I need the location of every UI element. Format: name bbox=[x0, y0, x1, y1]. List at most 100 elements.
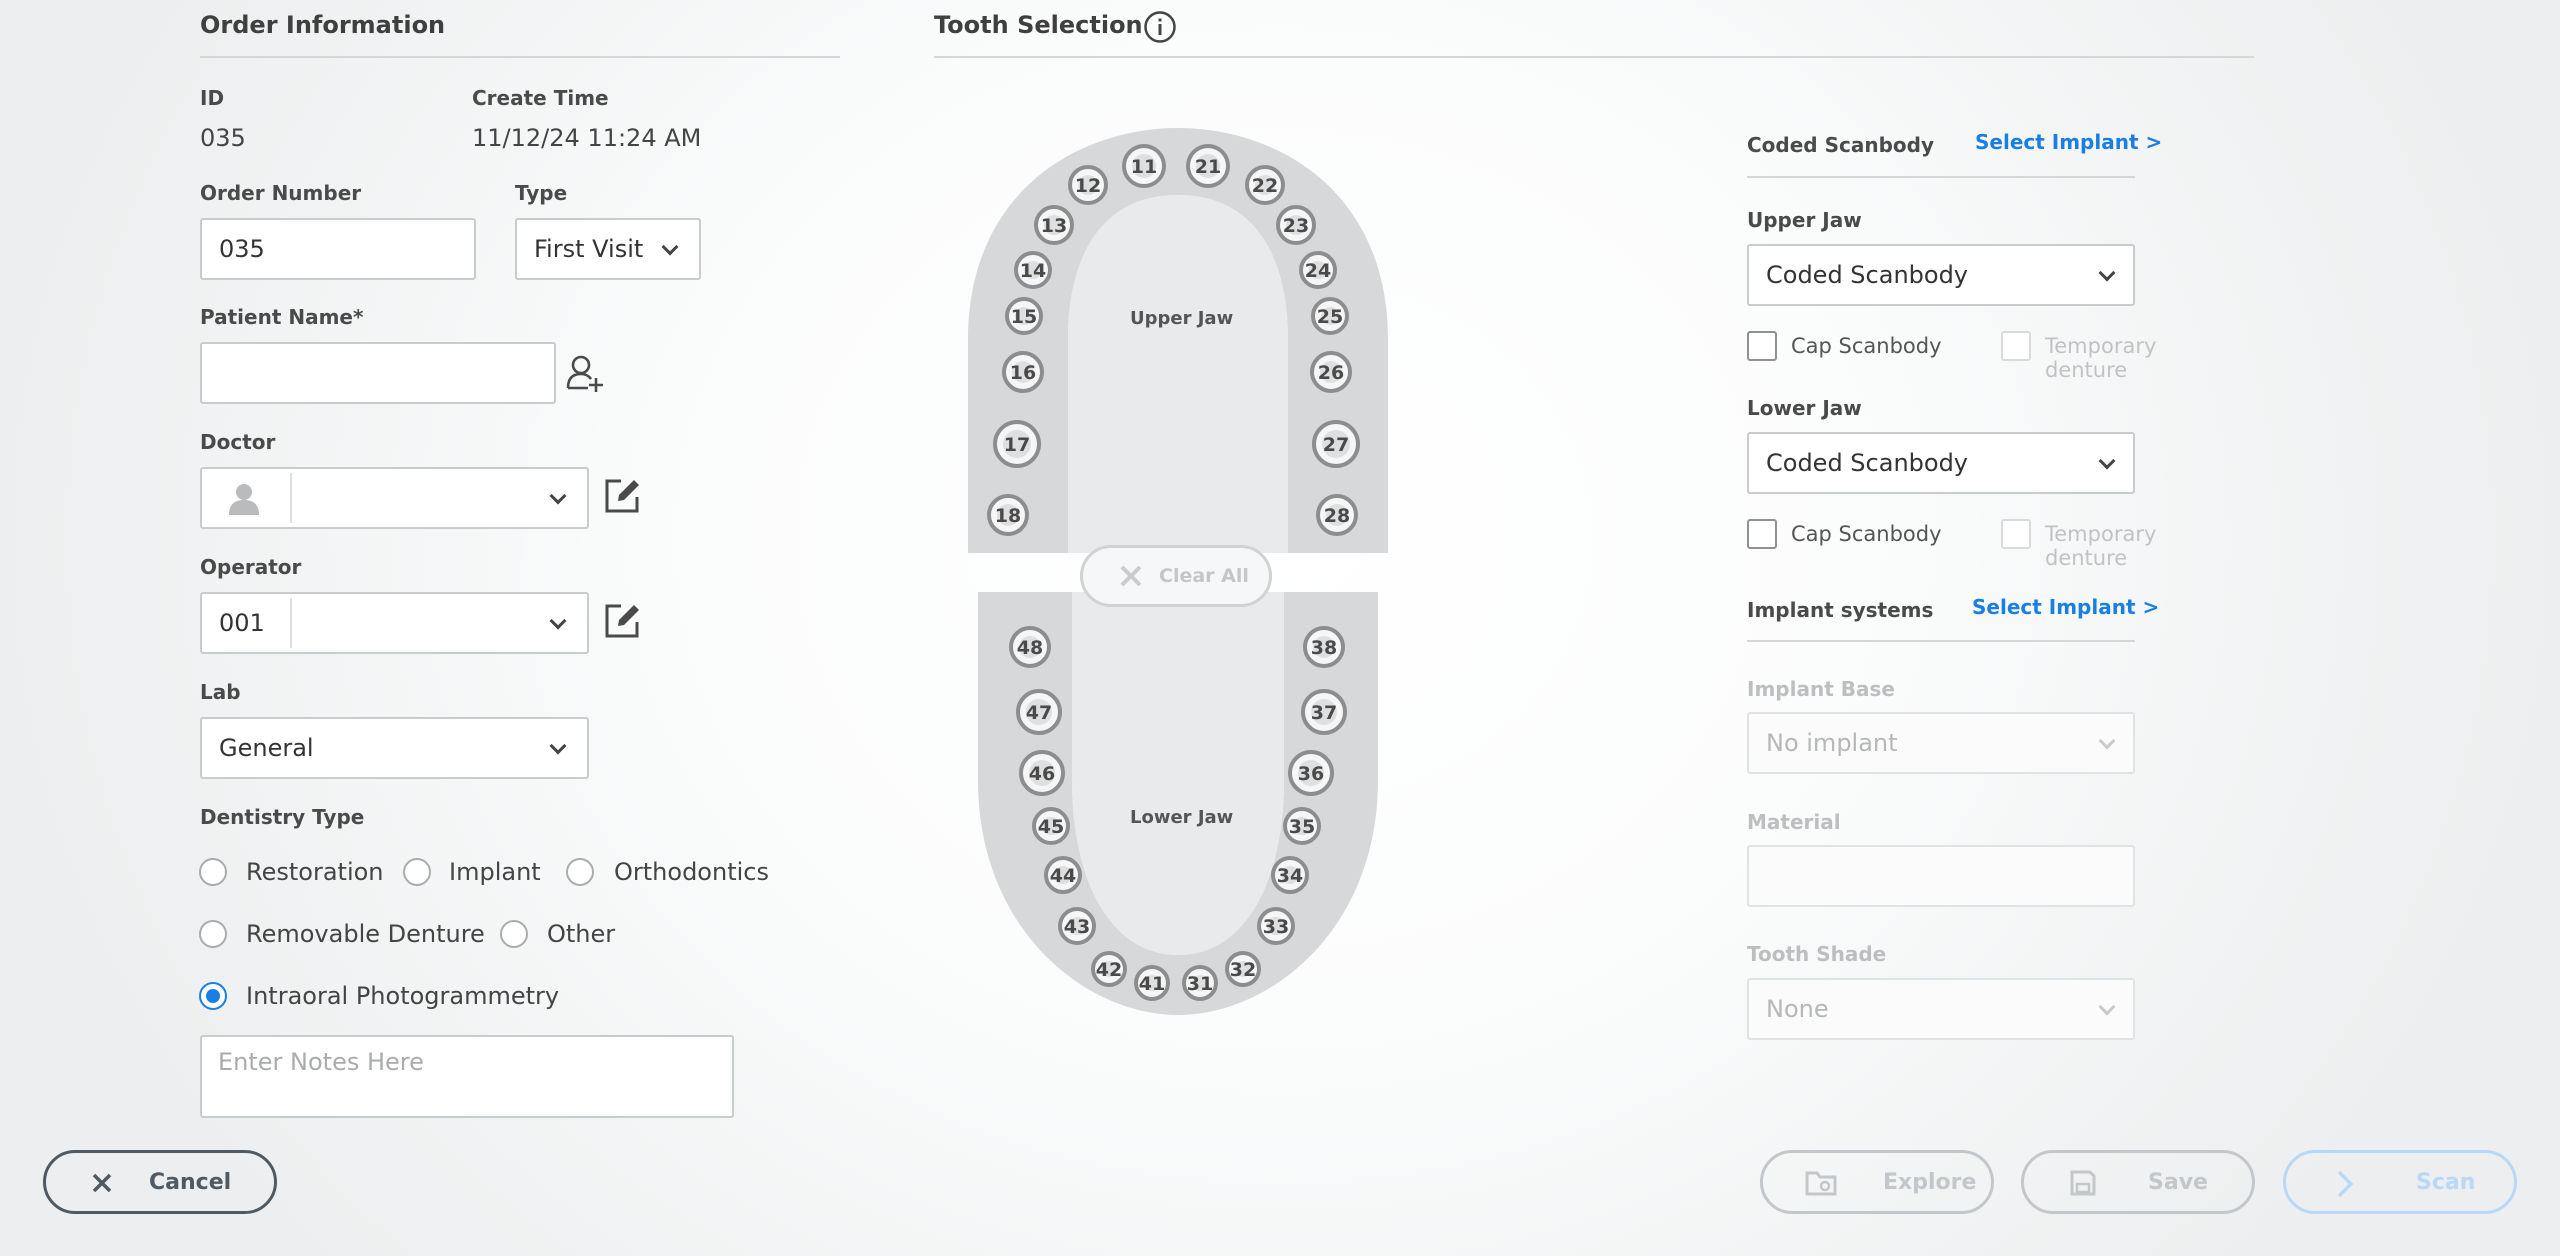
tooth-24[interactable]: 24 bbox=[1299, 251, 1337, 289]
type-select[interactable]: First Visit bbox=[515, 218, 701, 280]
tooth-21[interactable]: 21 bbox=[1186, 144, 1230, 188]
operator-select[interactable]: 001 bbox=[200, 592, 589, 654]
tooth-47[interactable]: 47 bbox=[1016, 689, 1062, 735]
chevron-down-icon bbox=[549, 487, 567, 505]
select-implant-link[interactable]: Select Implant > bbox=[1975, 130, 2162, 154]
order-info-title: Order Information bbox=[200, 11, 446, 39]
patient-name-input[interactable] bbox=[200, 342, 556, 404]
radio-other[interactable]: Other bbox=[500, 920, 640, 950]
checkbox[interactable] bbox=[2001, 519, 2031, 549]
tooth-38[interactable]: 38 bbox=[1303, 626, 1345, 668]
tooth-25[interactable]: 25 bbox=[1311, 297, 1349, 335]
tooth-37[interactable]: 37 bbox=[1301, 689, 1347, 735]
tooth-32[interactable]: 32 bbox=[1225, 951, 1261, 987]
tooth-15[interactable]: 15 bbox=[1005, 297, 1043, 335]
tooth-28[interactable]: 28 bbox=[1316, 494, 1358, 536]
chevron-down-icon bbox=[2098, 998, 2116, 1016]
explore-button[interactable]: Explore bbox=[1760, 1150, 1994, 1214]
radio-button[interactable] bbox=[199, 920, 227, 948]
implant-systems-select-link[interactable]: Select Implant > bbox=[1972, 595, 2159, 619]
lower-cap-scanbody-checkbox[interactable]: Cap Scanbody bbox=[1747, 519, 1977, 551]
radio-button[interactable] bbox=[566, 858, 594, 886]
tooth-number: 28 bbox=[1324, 505, 1350, 527]
tooth-31[interactable]: 31 bbox=[1182, 965, 1218, 1001]
radio-orthodontics[interactable]: Orthodontics bbox=[566, 858, 786, 888]
clear-all-button[interactable]: Clear All bbox=[1080, 545, 1272, 607]
clear-all-label: Clear All bbox=[1159, 565, 1249, 587]
tooth-41[interactable]: 41 bbox=[1134, 965, 1170, 1001]
tooth-23[interactable]: 23 bbox=[1276, 205, 1316, 245]
tooth-14[interactable]: 14 bbox=[1014, 251, 1052, 289]
tooth-17[interactable]: 17 bbox=[993, 420, 1041, 468]
chevron-down-icon bbox=[2098, 732, 2116, 750]
create-time-label: Create Time bbox=[472, 86, 609, 110]
tooth-number: 17 bbox=[1004, 434, 1030, 456]
tooth-33[interactable]: 33 bbox=[1257, 907, 1295, 945]
radio-button[interactable] bbox=[403, 858, 431, 886]
tooth-26[interactable]: 26 bbox=[1310, 351, 1352, 393]
tooth-11[interactable]: 11 bbox=[1122, 144, 1166, 188]
radio-label: Intraoral Photogrammetry bbox=[246, 982, 560, 1010]
tooth-22[interactable]: 22 bbox=[1245, 165, 1285, 205]
tooth-number: 47 bbox=[1026, 702, 1052, 724]
lab-select[interactable]: General bbox=[200, 717, 589, 779]
radio-button-selected[interactable] bbox=[199, 982, 227, 1010]
tooth-43[interactable]: 43 bbox=[1058, 907, 1096, 945]
tooth-46[interactable]: 46 bbox=[1019, 750, 1065, 796]
tooth-shade-select[interactable]: None bbox=[1747, 978, 2135, 1040]
tooth-18[interactable]: 18 bbox=[987, 494, 1029, 536]
radio-implant[interactable]: Implant bbox=[403, 858, 573, 888]
tooth-12[interactable]: 12 bbox=[1068, 165, 1108, 205]
radio-button[interactable] bbox=[199, 858, 227, 886]
tooth-42[interactable]: 42 bbox=[1091, 951, 1127, 987]
tooth-27[interactable]: 27 bbox=[1312, 420, 1360, 468]
radio-removable-denture[interactable]: Removable Denture bbox=[199, 920, 489, 950]
lower-temporary-denture-checkbox[interactable]: Temporary denture bbox=[2001, 519, 2241, 570]
edit-icon[interactable] bbox=[603, 477, 641, 515]
material-input[interactable] bbox=[1747, 845, 2135, 907]
tooth-45[interactable]: 45 bbox=[1032, 807, 1070, 845]
id-value: 035 bbox=[200, 124, 246, 152]
tooth-number: 31 bbox=[1187, 973, 1213, 995]
tooth-44[interactable]: 44 bbox=[1044, 856, 1082, 894]
checkbox[interactable] bbox=[1747, 519, 1777, 549]
info-icon[interactable] bbox=[1143, 10, 1177, 44]
tooth-13[interactable]: 13 bbox=[1034, 205, 1074, 245]
tooth-number: 45 bbox=[1038, 816, 1064, 838]
radio-button[interactable] bbox=[500, 920, 528, 948]
tooth-16[interactable]: 16 bbox=[1002, 351, 1044, 393]
tooth-48[interactable]: 48 bbox=[1009, 626, 1051, 668]
radio-label: Removable Denture bbox=[246, 920, 485, 948]
tooth-number: 16 bbox=[1010, 362, 1036, 384]
upper-temporary-denture-checkbox[interactable]: Temporary denture bbox=[2001, 331, 2241, 382]
chevron-down-icon bbox=[661, 238, 679, 256]
chevron-right-icon bbox=[2337, 1170, 2354, 1198]
lower-jaw-select-label: Lower Jaw bbox=[1747, 396, 1862, 420]
checkbox[interactable] bbox=[2001, 331, 2031, 361]
upper-cap-scanbody-checkbox[interactable]: Cap Scanbody bbox=[1747, 331, 1977, 363]
implant-base-select[interactable]: No implant bbox=[1747, 712, 2135, 774]
notes-textarea[interactable]: Enter Notes Here bbox=[200, 1035, 734, 1118]
checkbox[interactable] bbox=[1747, 331, 1777, 361]
tooth-shade-value: None bbox=[1766, 995, 1829, 1023]
doctor-select[interactable] bbox=[200, 467, 589, 529]
save-icon bbox=[2070, 1170, 2096, 1196]
lower-jaw-select[interactable]: Coded Scanbody bbox=[1747, 432, 2135, 494]
order-number-input[interactable]: 035 bbox=[200, 218, 476, 280]
add-user-icon[interactable] bbox=[564, 352, 606, 394]
edit-icon[interactable] bbox=[603, 602, 641, 640]
radio-intraoral-photogrammetry[interactable]: Intraoral Photogrammetry bbox=[199, 982, 579, 1012]
cancel-button[interactable]: Cancel bbox=[43, 1150, 277, 1214]
lower-arch-inner bbox=[1072, 592, 1284, 955]
scan-button[interactable]: Scan bbox=[2283, 1150, 2517, 1214]
tooth-35[interactable]: 35 bbox=[1283, 807, 1321, 845]
lab-label: Lab bbox=[200, 680, 241, 704]
tooth-selection-divider bbox=[934, 56, 2254, 58]
upper-jaw-label: Upper Jaw bbox=[1130, 308, 1234, 329]
tooth-34[interactable]: 34 bbox=[1271, 856, 1309, 894]
tooth-number: 23 bbox=[1283, 215, 1309, 237]
upper-jaw-select[interactable]: Coded Scanbody bbox=[1747, 244, 2135, 306]
save-button[interactable]: Save bbox=[2021, 1150, 2255, 1214]
id-label: ID bbox=[200, 86, 225, 110]
tooth-36[interactable]: 36 bbox=[1288, 750, 1334, 796]
